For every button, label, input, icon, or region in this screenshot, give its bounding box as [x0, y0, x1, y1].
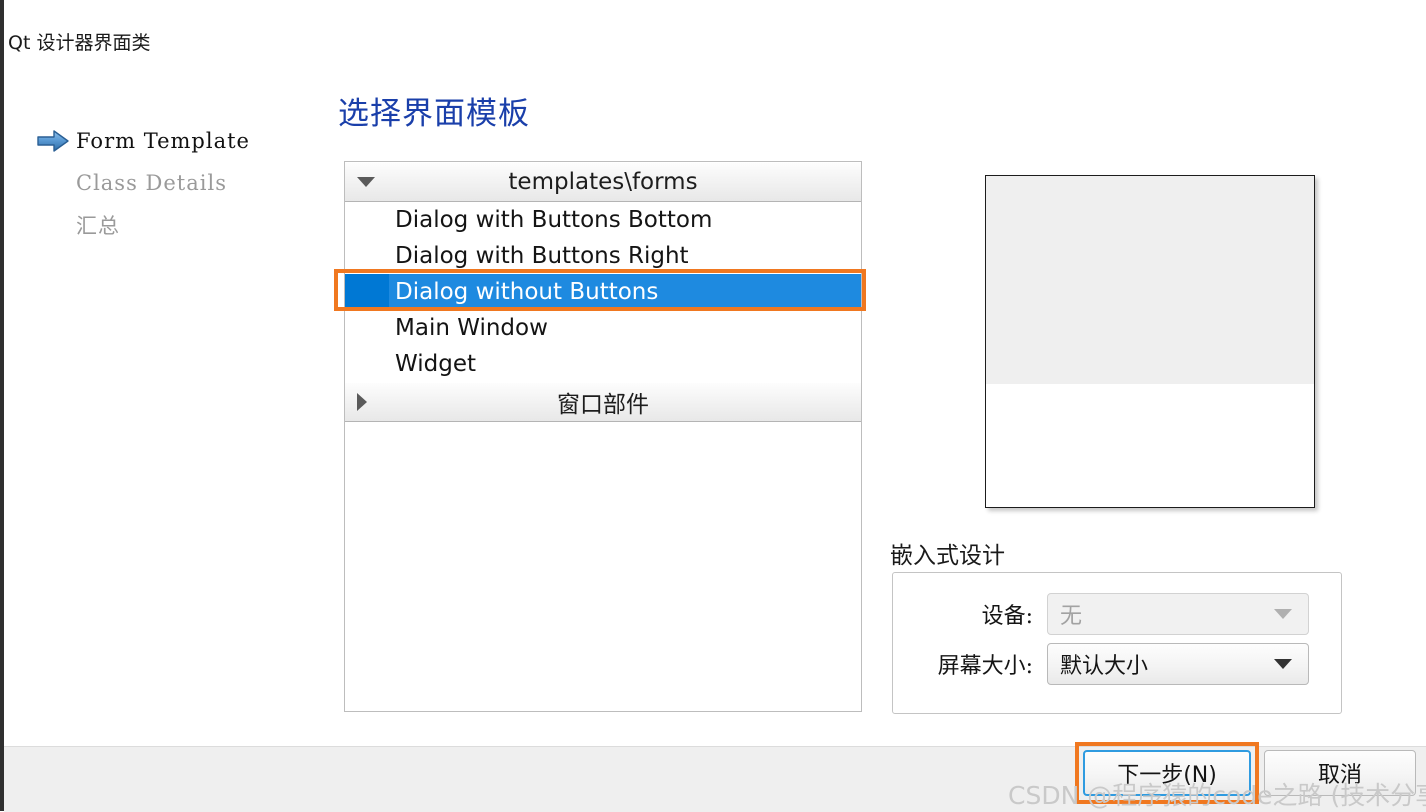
- chevron-down-icon: [1274, 659, 1292, 669]
- device-select[interactable]: 无: [1047, 593, 1309, 635]
- sidebar-item-form-template[interactable]: Form Template: [30, 120, 320, 162]
- list-item[interactable]: Dialog with Buttons Right: [345, 238, 861, 274]
- sidebar-item-label: Form Template: [76, 129, 250, 153]
- page-title: Qt 设计器界面类: [8, 32, 151, 54]
- screen-size-select-value: 默认大小: [1060, 654, 1149, 679]
- device-label: 设备:: [981, 604, 1033, 629]
- window-left-edge: [0, 0, 4, 811]
- template-preview: [985, 175, 1315, 508]
- wizard-sidebar: Form Template Class Details 汇总: [30, 120, 320, 246]
- preview-canvas: [986, 176, 1314, 384]
- cancel-button[interactable]: 取消: [1264, 750, 1416, 796]
- sidebar-item-class-details[interactable]: Class Details: [30, 162, 320, 204]
- screen-size-row: 屏幕大小: 默认大小: [917, 639, 1341, 689]
- screen-size-select[interactable]: 默认大小: [1047, 643, 1309, 685]
- device-row: 设备: 无: [917, 589, 1341, 639]
- sidebar-item-label: 汇总: [76, 214, 120, 238]
- chevron-down-icon: [357, 177, 375, 187]
- device-select-value: 无: [1060, 604, 1083, 629]
- list-item-label: Widget: [395, 351, 476, 377]
- chevron-down-icon: [1274, 609, 1292, 619]
- list-item-selected[interactable]: Dialog without Buttons: [345, 274, 861, 310]
- list-item-label: Dialog with Buttons Right: [395, 243, 689, 269]
- list-item-label: Dialog without Buttons: [395, 279, 659, 305]
- arrow-right-icon: [30, 129, 76, 153]
- list-item-label: Dialog with Buttons Bottom: [395, 207, 713, 233]
- list-item[interactable]: Widget: [345, 346, 861, 382]
- embedded-design-title: 嵌入式设计: [890, 543, 1005, 569]
- embedded-design-group: 设备: 无 屏幕大小: 默认大小: [892, 572, 1342, 714]
- list-item[interactable]: Dialog with Buttons Bottom: [345, 202, 861, 238]
- sidebar-item-summary[interactable]: 汇总: [30, 204, 320, 246]
- next-button[interactable]: 下一步(N): [1083, 750, 1251, 796]
- list-group-label: templates\forms: [508, 169, 698, 195]
- chevron-right-icon: [357, 393, 367, 411]
- template-list[interactable]: templates\forms Dialog with Buttons Bott…: [344, 161, 862, 712]
- screen-size-label: 屏幕大小:: [937, 654, 1033, 679]
- sidebar-item-label: Class Details: [76, 171, 227, 195]
- list-group-header-forms[interactable]: templates\forms: [345, 162, 861, 202]
- list-group-header-widgets[interactable]: 窗口部件: [345, 382, 861, 422]
- list-group-label: 窗口部件: [557, 392, 649, 418]
- list-item-label: Main Window: [395, 315, 548, 341]
- list-item[interactable]: Main Window: [345, 310, 861, 346]
- section-heading: 选择界面模板: [338, 96, 530, 132]
